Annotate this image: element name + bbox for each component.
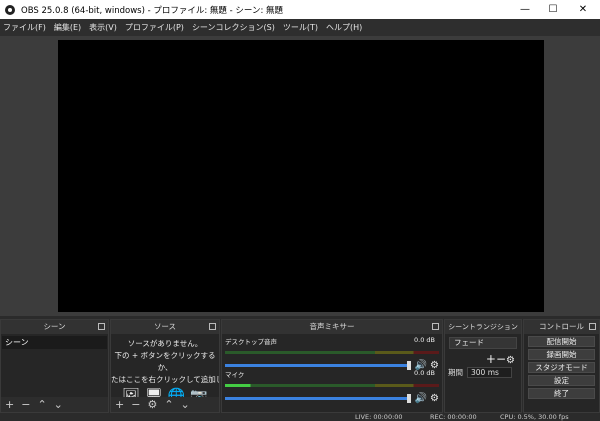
mixer-channel: マイク 0.0 dB 🔊 ⚙ [222,367,442,404]
duration-label: 期間 [448,368,463,377]
float-icon[interactable] [432,323,439,330]
minimize-button[interactable]: — [511,0,539,19]
mixer-channel: デスクトップ音声 0.0 dB 🔊 ⚙ [222,334,442,371]
remove-icon[interactable]: − [496,352,506,366]
slider-handle[interactable] [406,394,411,403]
start-recording-button[interactable]: 録画開始 [528,349,595,360]
menu-help[interactable]: ヘルプ(H) [326,22,362,33]
maximize-button[interactable]: ☐ [539,0,567,19]
start-streaming-button[interactable]: 配信開始 [528,336,595,347]
volume-slider[interactable] [225,394,411,403]
add-icon[interactable]: + [5,398,14,411]
volume-meter [225,351,439,354]
gear-icon[interactable]: ⚙ [147,398,157,411]
empty-line-2: 下の + ボタンをクリックするか、 [114,351,216,372]
transitions-title: シーントランジション [448,323,518,331]
move-down-icon[interactable]: ⌄ [181,398,190,411]
obs-logo-icon [5,4,15,15]
close-button[interactable]: ✕ [569,0,597,19]
channel-db: 0.0 dB [414,336,435,344]
sources-toolbar: + − ⚙ ⌃ ⌄ [111,397,219,412]
channel-db: 0.0 dB [414,369,435,377]
scenes-title: シーン [43,322,66,331]
menu-edit[interactable]: 編集(E) [54,22,81,33]
sources-empty-message[interactable]: ソースがありません。 下の + ボタンをクリックするか、 たはここを右クリックし… [111,334,219,403]
menu-profile[interactable]: プロファイル(P) [125,22,184,33]
transition-select[interactable]: フェード [449,337,517,349]
remove-icon[interactable]: − [21,398,30,411]
channel-name: デスクトップ音声 [225,338,277,346]
empty-line-3: たはここを右クリックして追加してください [111,375,219,384]
cpu-status: CPU: 0.5%, 30.00 fps [500,413,569,421]
speaker-icon[interactable]: 🔊 [415,393,427,404]
channel-name: マイク [225,371,245,379]
scene-list-item[interactable]: シーン [2,336,107,349]
sources-title: ソース [153,322,177,331]
menu-tools[interactable]: ツール(T) [283,22,318,33]
add-icon[interactable]: + [115,398,124,411]
scenes-toolbar: + − ⌃ ⌄ [1,397,108,412]
window-title: OBS 25.0.8 (64-bit, windows) - プロファイル: 無… [21,5,284,16]
move-up-icon[interactable]: ⌃ [164,398,173,411]
float-icon[interactable] [98,323,105,330]
preview-area [0,36,600,316]
live-status: LIVE: 00:00:00 [355,413,403,421]
remove-icon[interactable]: − [131,398,140,411]
sources-dock: ソース ソースがありません。 下の + ボタンをクリックするか、 たはここを右ク… [110,319,220,413]
title-bar: OBS 25.0.8 (64-bit, windows) - プロファイル: 無… [0,0,600,19]
volume-meter [225,384,439,387]
audio-mixer-dock: 音声ミキサー デスクトップ音声 0.0 dB 🔊 ⚙ マイク 0.0 dB 🔊 ⚙ [221,319,443,413]
menu-view[interactable]: 表示(V) [89,22,117,33]
float-icon[interactable] [589,323,596,330]
move-down-icon[interactable]: ⌄ [54,398,63,411]
mixer-title: 音声ミキサー [309,322,355,331]
move-up-icon[interactable]: ⌃ [37,398,46,411]
scenes-dock: シーン シーン + − ⌃ ⌄ [0,319,109,413]
rec-status: REC: 00:00:00 [430,413,477,421]
controls-title: コントロール [539,322,584,331]
gear-icon[interactable]: ⚙ [506,355,515,366]
add-icon[interactable]: + [486,352,496,366]
exit-button[interactable]: 終了 [528,388,595,399]
empty-line-1: ソースがありません。 [127,339,203,348]
gear-icon[interactable]: ⚙ [430,393,439,404]
menu-scene-collection[interactable]: シーンコレクション(S) [192,22,275,33]
menu-file[interactable]: ファイル(F) [3,22,46,33]
menu-bar: ファイル(F) 編集(E) 表示(V) プロファイル(P) シーンコレクション(… [0,19,600,36]
float-icon[interactable] [209,323,216,330]
duration-input[interactable]: 300 ms [467,367,512,378]
controls-dock: コントロール 配信開始 録画開始 スタジオモード 設定 終了 [523,319,600,413]
transitions-dock: シーントランジション フェード +−⚙ 期間 300 ms [444,319,522,413]
settings-button[interactable]: 設定 [528,375,595,386]
studio-mode-button[interactable]: スタジオモード [528,362,595,373]
status-bar: LIVE: 00:00:00 REC: 00:00:00 CPU: 0.5%, … [0,413,600,421]
preview-canvas[interactable] [58,40,544,312]
